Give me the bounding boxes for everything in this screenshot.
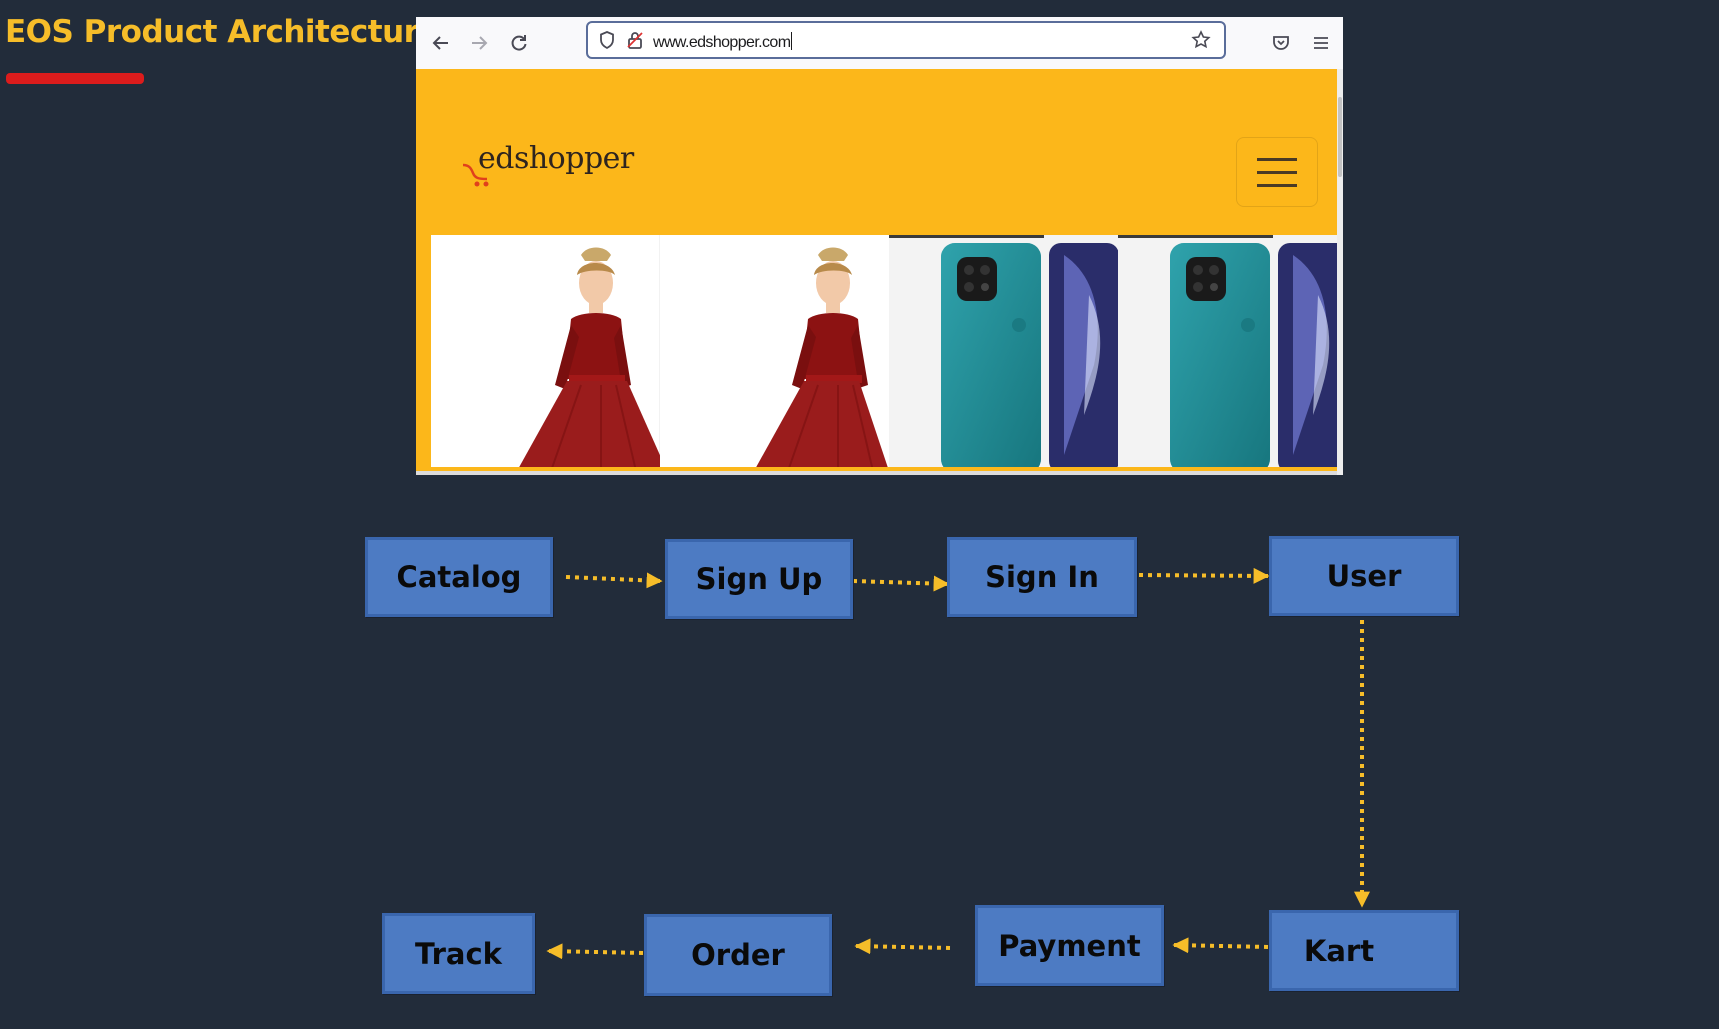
node-catalog: Catalog — [365, 537, 553, 617]
arrow-signin-user — [1138, 567, 1270, 584]
arrow-catalog-signup — [565, 572, 663, 589]
node-payment: Payment — [975, 905, 1164, 986]
node-user: User — [1269, 536, 1459, 616]
arrow-kart-payment — [1172, 937, 1269, 954]
node-sign-in: Sign In — [947, 537, 1137, 617]
node-order: Order — [644, 914, 832, 996]
node-sign-up: Sign Up — [665, 539, 853, 619]
flow-arrows — [546, 567, 1370, 960]
arrow-signup-signin — [852, 575, 950, 592]
node-kart: Kart — [1269, 910, 1459, 991]
arrow-payment-order — [854, 938, 951, 955]
node-track: Track — [382, 913, 535, 994]
arrow-order-track — [546, 943, 644, 960]
